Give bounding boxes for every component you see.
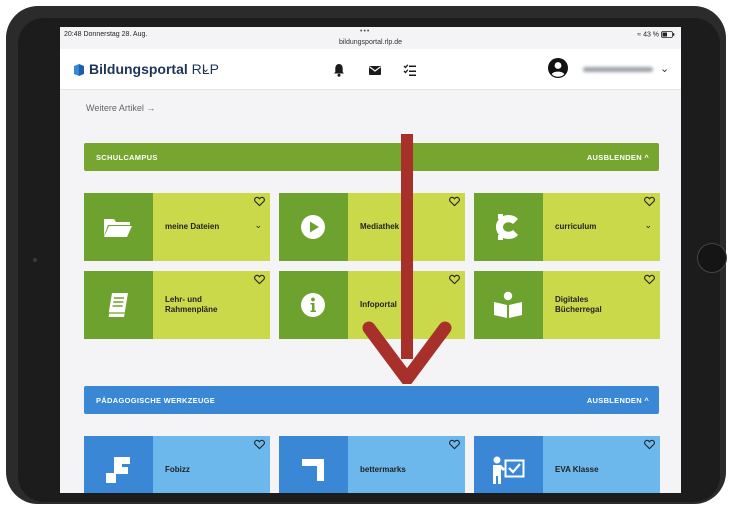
status-battery: ≈ 43 % xyxy=(637,31,675,38)
home-button[interactable] xyxy=(697,243,727,273)
bell-icon[interactable] xyxy=(332,63,346,77)
logo-icon xyxy=(74,64,84,76)
browser-dots[interactable]: ••• xyxy=(360,28,370,35)
user-avatar-icon[interactable] xyxy=(548,58,568,78)
section-title: PÄDAGOGISCHE WERKZEUGE xyxy=(96,396,216,405)
tile-icon-box xyxy=(84,193,153,261)
tile-icon-box xyxy=(474,271,543,339)
heart-icon[interactable] xyxy=(644,274,655,285)
user-name-blurred[interactable] xyxy=(583,67,653,72)
checklist-icon[interactable] xyxy=(403,63,417,77)
status-time: 20:48 Donnerstag 28. Aug. xyxy=(64,31,148,38)
app-header: Bildungsportal RLP ⌄ ⌄ xyxy=(60,49,681,90)
tile-fobizz[interactable]: Fobizz xyxy=(84,436,270,493)
curriculum-icon xyxy=(496,214,518,240)
tile-label: Digitales Bücherregal xyxy=(555,295,602,314)
bettermarks-icon xyxy=(302,459,324,481)
battery-icon xyxy=(661,31,675,38)
heart-icon[interactable] xyxy=(254,274,265,285)
book-icon xyxy=(107,293,128,318)
front-camera xyxy=(33,258,37,262)
section-title: SCHULCAMPUS xyxy=(96,153,158,162)
info-icon xyxy=(301,293,325,317)
tile-label: bettermarks xyxy=(360,465,406,474)
more-articles-link[interactable]: Weitere Artikel → xyxy=(86,103,155,113)
mail-icon[interactable] xyxy=(368,63,382,77)
heart-icon[interactable] xyxy=(254,439,265,450)
section-toggle-button[interactable]: AUSBLENDEN ^ xyxy=(587,396,649,405)
tile-bettermarks[interactable]: bettermarks xyxy=(279,436,465,493)
wifi-icon: ≈ xyxy=(637,31,642,39)
brand-name[interactable]: Bildungsportal RLP xyxy=(89,61,219,77)
status-bar: 20:48 Donnerstag 28. Aug. ••• bildungspo… xyxy=(60,27,681,49)
tile-lehr-und-rahmenplaene[interactable]: Lehr- und Rahmenpläne xyxy=(84,271,270,339)
tile-icon-box xyxy=(84,271,153,339)
tile-icon-box xyxy=(279,193,348,261)
heart-icon[interactable] xyxy=(644,196,655,207)
address-bar[interactable]: bildungsportal.rlp.de xyxy=(60,39,681,46)
tile-icon-box xyxy=(474,436,543,493)
tile-label: curriculum xyxy=(555,222,597,231)
brand-chevron-icon[interactable]: ⌄ xyxy=(201,62,210,75)
play-icon xyxy=(301,215,325,239)
tile-label: meine Dateien xyxy=(165,222,220,231)
heart-icon[interactable] xyxy=(644,439,655,450)
scroll-down-arrow-overlay xyxy=(362,134,452,384)
heart-icon[interactable] xyxy=(449,439,460,450)
tile-icon-box xyxy=(279,271,348,339)
tile-label: Lehr- und Rahmenpläne xyxy=(165,295,218,314)
tile-chevron-icon[interactable]: ⌄ xyxy=(254,220,262,231)
heart-icon[interactable] xyxy=(254,196,265,207)
tile-chevron-icon[interactable]: ⌄ xyxy=(644,220,652,231)
fobizz-icon xyxy=(106,457,130,483)
tile-meine-dateien[interactable]: meine Dateien ⌄ xyxy=(84,193,270,261)
tile-label: EVA Klasse xyxy=(555,465,599,474)
section-bar-paedagogische-werkzeuge: PÄDAGOGISCHE WERKZEUGE AUSBLENDEN ^ xyxy=(84,386,659,414)
tile-icon-box xyxy=(474,193,543,261)
tile-icon-box xyxy=(84,436,153,493)
tile-icon-box xyxy=(279,436,348,493)
folder-icon xyxy=(104,219,132,237)
teacher-board-icon xyxy=(493,456,525,484)
user-chevron-icon[interactable]: ⌄ xyxy=(660,62,669,75)
tile-label: Fobizz xyxy=(165,465,190,474)
tablet-screen: 20:48 Donnerstag 28. Aug. ••• bildungspo… xyxy=(60,27,681,493)
reader-icon xyxy=(494,291,522,318)
tile-eva-klasse[interactable]: EVA Klasse xyxy=(474,436,660,493)
tile-digitales-buecherregal[interactable]: Digitales Bücherregal xyxy=(474,271,660,339)
tile-curriculum[interactable]: curriculum ⌄ xyxy=(474,193,660,261)
section-toggle-button[interactable]: AUSBLENDEN ^ xyxy=(587,153,649,162)
